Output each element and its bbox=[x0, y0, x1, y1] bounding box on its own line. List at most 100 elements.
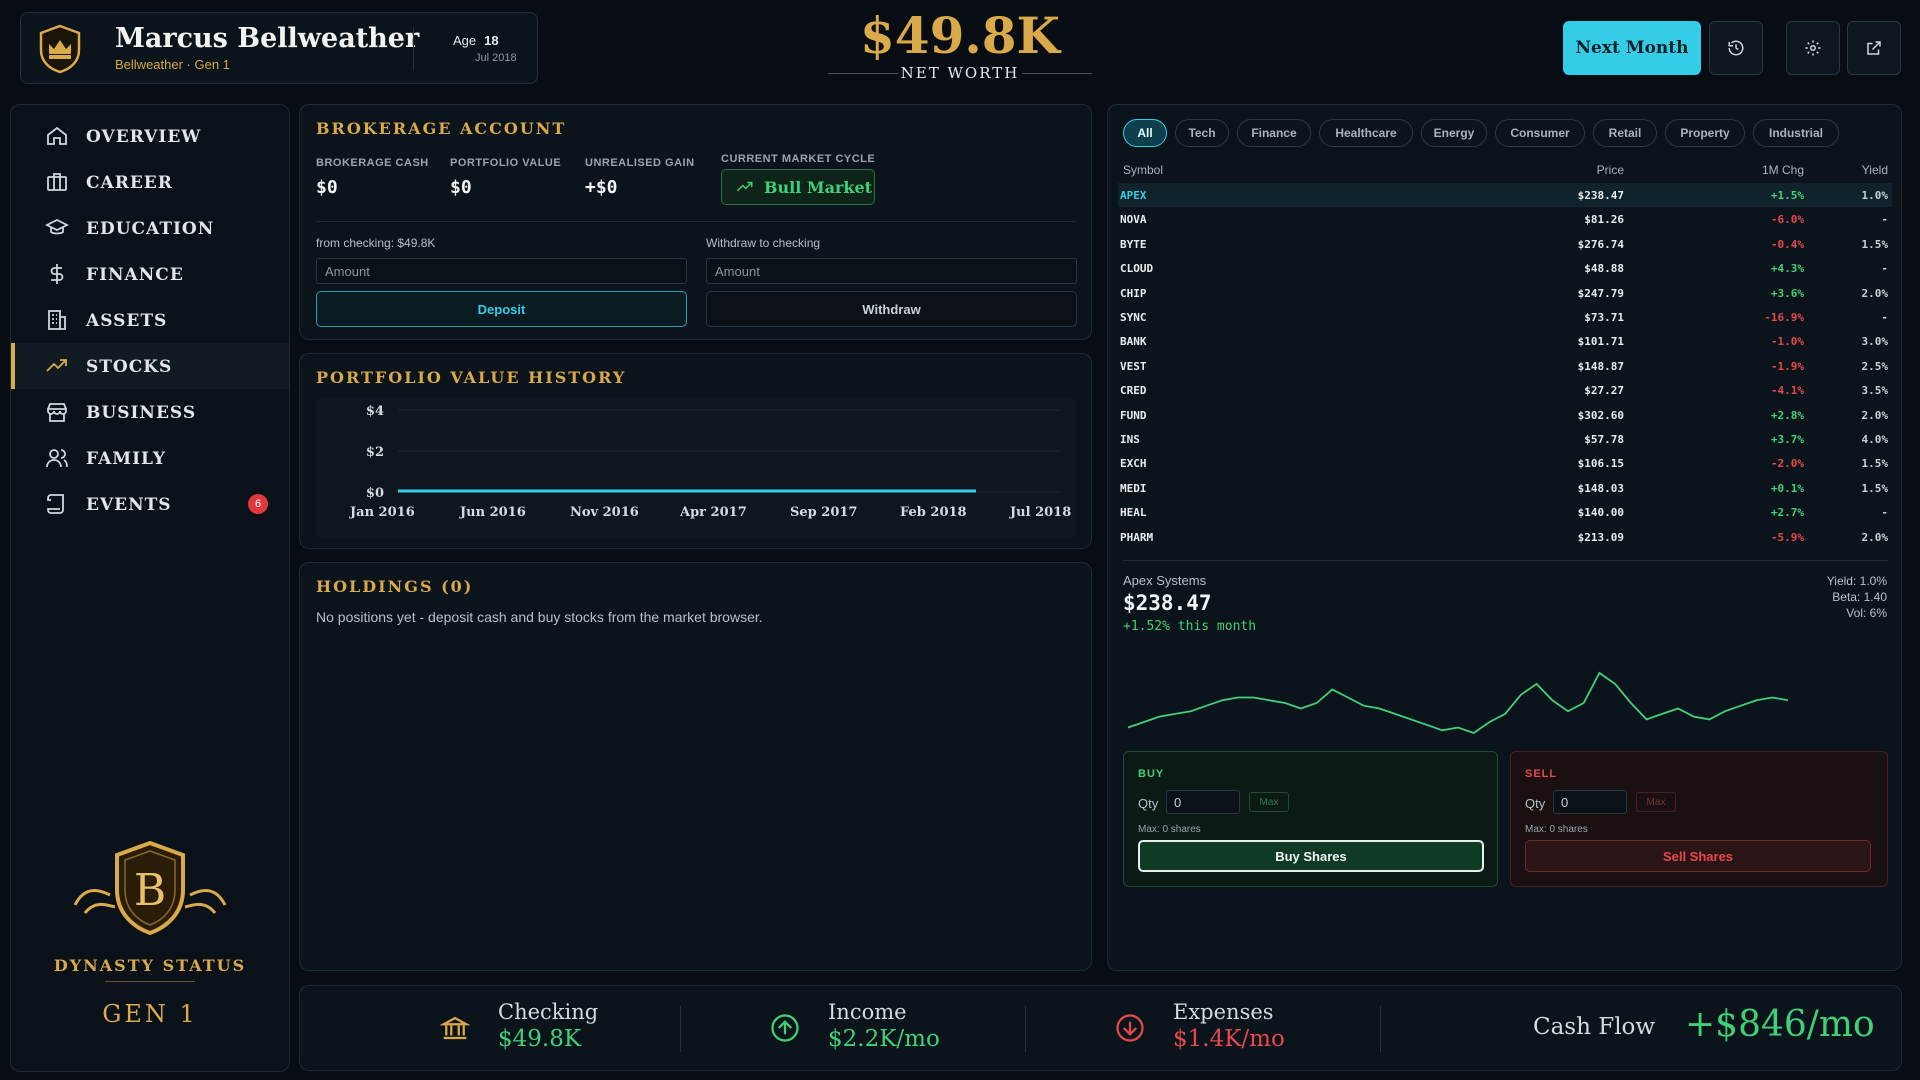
buy-panel: BUY Qty 0 Max Max: 0 shares Buy Shares bbox=[1123, 751, 1498, 887]
filter-energy[interactable]: Energy bbox=[1421, 119, 1487, 147]
dollar-icon bbox=[50, 264, 64, 284]
sidebar-item-education[interactable]: EDUCATION bbox=[11, 205, 289, 251]
crown-shield-icon bbox=[39, 24, 81, 74]
settings-button[interactable] bbox=[1786, 21, 1840, 75]
checking-stat: Checking $49.8K bbox=[440, 986, 660, 1072]
dynasty-divider bbox=[105, 981, 195, 982]
buy-shares-button[interactable]: Buy Shares bbox=[1138, 840, 1484, 872]
sidebar-item-family[interactable]: FAMILY bbox=[11, 435, 289, 481]
external-link-button[interactable] bbox=[1847, 21, 1901, 75]
filter-retail[interactable]: Retail bbox=[1593, 119, 1657, 147]
stock-price: $27.27 bbox=[1584, 384, 1624, 398]
stock-row[interactable]: INS $57.78 +3.7% 4.0% bbox=[1118, 427, 1892, 451]
stock-row[interactable]: CLOUD $48.88 +4.3% - bbox=[1118, 256, 1892, 280]
sidebar-item-finance[interactable]: FINANCE bbox=[11, 251, 289, 297]
stock-row[interactable]: CRED $27.27 -4.1% 3.5% bbox=[1118, 378, 1892, 402]
stock-price: $81.26 bbox=[1584, 213, 1624, 227]
expenses-stat: Expenses $1.4K/mo bbox=[1115, 986, 1355, 1072]
stock-symbol: PHARM bbox=[1120, 530, 1154, 544]
stock-price: $73.71 bbox=[1584, 311, 1624, 324]
player-subtitle: Bellweather · Gen 1 bbox=[115, 57, 230, 72]
expenses-label: Expenses bbox=[1173, 1000, 1274, 1024]
dynasty-label: DYNASTY STATUS bbox=[53, 956, 247, 975]
history-button[interactable] bbox=[1709, 21, 1763, 75]
deposit-amount-input[interactable]: Amount bbox=[316, 258, 687, 284]
stock-row[interactable]: EXCH $106.15 -2.0% 1.5% bbox=[1118, 451, 1892, 475]
brokerage-divider bbox=[316, 221, 1076, 222]
col-yield: Yield bbox=[1861, 163, 1888, 177]
next-month-button[interactable]: Next Month bbox=[1563, 21, 1701, 75]
age-value: 18 bbox=[484, 33, 499, 48]
stock-yield: 3.0% bbox=[1861, 335, 1889, 349]
withdraw-button[interactable]: Withdraw bbox=[706, 291, 1077, 327]
stock-price: $276.74 bbox=[1577, 237, 1624, 251]
filter-healthcare[interactable]: Healthcare bbox=[1319, 119, 1413, 147]
stock-row[interactable]: NOVA $81.26 -6.0% - bbox=[1118, 207, 1892, 231]
stock-row[interactable]: BANK $101.71 -1.0% 3.0% bbox=[1118, 329, 1892, 353]
sidebar-item-label: CAREER bbox=[86, 173, 173, 193]
market-cycle-badge: Bull Market bbox=[721, 169, 875, 205]
stat-divider bbox=[680, 1006, 681, 1052]
stock-row[interactable]: CHIP $247.79 +3.6% 2.0% bbox=[1118, 281, 1892, 305]
filter-tech[interactable]: Tech bbox=[1175, 119, 1229, 147]
sidebar-item-overview[interactable]: OVERVIEW bbox=[11, 113, 289, 159]
withdraw-amount-input[interactable]: Amount bbox=[706, 258, 1077, 284]
sparkline-path bbox=[1127, 671, 1789, 735]
stock-yield: - bbox=[1881, 262, 1888, 276]
brokerage-account-panel: BROKERAGE ACCOUNT BROKERAGE CASH $0 PORT… bbox=[299, 104, 1092, 340]
player-name: Marcus Bellweather bbox=[115, 23, 420, 54]
holdings-title: HOLDINGS (0) bbox=[316, 577, 474, 596]
external-link-icon bbox=[1867, 41, 1881, 55]
stock-yield: - bbox=[1881, 213, 1888, 227]
stock-row[interactable]: MEDI $148.03 +0.1% 1.5% bbox=[1118, 476, 1892, 500]
stock-vol: Vol: 6% bbox=[1846, 606, 1887, 620]
filter-all[interactable]: All bbox=[1123, 119, 1167, 147]
buy-max-button[interactable]: Max bbox=[1249, 792, 1289, 812]
sell-shares-button[interactable]: Sell Shares bbox=[1525, 840, 1871, 872]
sidebar-item-stocks[interactable]: STOCKS bbox=[11, 343, 289, 389]
sell-qty-input[interactable]: 0 bbox=[1553, 790, 1627, 814]
stock-symbol: HEAL bbox=[1120, 506, 1147, 520]
history-chart-area: $0 $2 $4 Jan 2016 Jun 2016 Nov 2016 Apr 2017 Se… bbox=[316, 398, 1076, 538]
stock-symbol: VEST bbox=[1120, 359, 1147, 373]
sell-max-text: Max: 0 shares bbox=[1525, 824, 1588, 835]
y-tick-label: $0 bbox=[366, 486, 384, 501]
stock-row[interactable]: APEX $238.47 +1.5% 1.0% bbox=[1118, 183, 1892, 207]
deposit-button[interactable]: Deposit bbox=[316, 291, 687, 327]
stock-row[interactable]: PHARM $213.09 -5.9% 2.0% bbox=[1118, 525, 1892, 549]
stock-symbol: APEX bbox=[1120, 189, 1147, 202]
history-title: PORTFOLIO VALUE HISTORY bbox=[316, 368, 627, 387]
sidebar-item-label: FAMILY bbox=[86, 449, 167, 469]
net-worth-value: $49.8K bbox=[859, 6, 1061, 65]
sidebar-item-business[interactable]: BUSINESS bbox=[11, 389, 289, 435]
sidebar-item-career[interactable]: CAREER bbox=[11, 159, 289, 205]
x-tick-label: Feb 2018 bbox=[900, 505, 967, 520]
stock-row[interactable]: FUND $302.60 +2.8% 2.0% bbox=[1118, 403, 1892, 427]
stock-row[interactable]: VEST $148.87 -1.9% 2.5% bbox=[1118, 354, 1892, 378]
dynasty-generation: GEN 1 bbox=[102, 1000, 198, 1028]
filter-consumer[interactable]: Consumer bbox=[1495, 119, 1585, 147]
stat-divider bbox=[1025, 1006, 1026, 1052]
filter-industrial[interactable]: Industrial bbox=[1753, 119, 1839, 147]
stock-row[interactable]: SYNC $73.71 -16.9% - bbox=[1118, 305, 1892, 329]
col-symbol: Symbol bbox=[1123, 163, 1164, 177]
stock-symbol: FUND bbox=[1120, 408, 1147, 422]
buy-qty-input[interactable]: 0 bbox=[1166, 790, 1240, 814]
stock-row[interactable]: HEAL $140.00 +2.7% - bbox=[1118, 500, 1892, 524]
events-count-badge: 6 bbox=[248, 494, 268, 514]
stock-symbol: NOVA bbox=[1120, 213, 1147, 227]
sidebar-item-events[interactable]: EVENTS 6 bbox=[11, 481, 289, 527]
stock-price: $213.09 bbox=[1577, 530, 1624, 544]
x-tick-label: Jun 2016 bbox=[459, 505, 526, 520]
arrow-up-circle-icon bbox=[771, 1014, 799, 1042]
age-label: Age bbox=[453, 33, 477, 48]
filter-finance[interactable]: Finance bbox=[1237, 119, 1311, 147]
stock-price: $57.78 bbox=[1584, 433, 1624, 446]
sidebar: OVERVIEW CAREER EDUCATION FINANCE ASSETS… bbox=[10, 104, 290, 1072]
sidebar-item-assets[interactable]: ASSETS bbox=[11, 297, 289, 343]
stock-symbol: MEDI bbox=[1120, 481, 1147, 495]
stock-row[interactable]: BYTE $276.74 -0.4% 1.5% bbox=[1118, 232, 1892, 256]
x-tick-label: Jan 2016 bbox=[349, 505, 415, 520]
filter-property[interactable]: Property bbox=[1665, 119, 1745, 147]
sell-max-button[interactable]: Max bbox=[1636, 792, 1676, 812]
